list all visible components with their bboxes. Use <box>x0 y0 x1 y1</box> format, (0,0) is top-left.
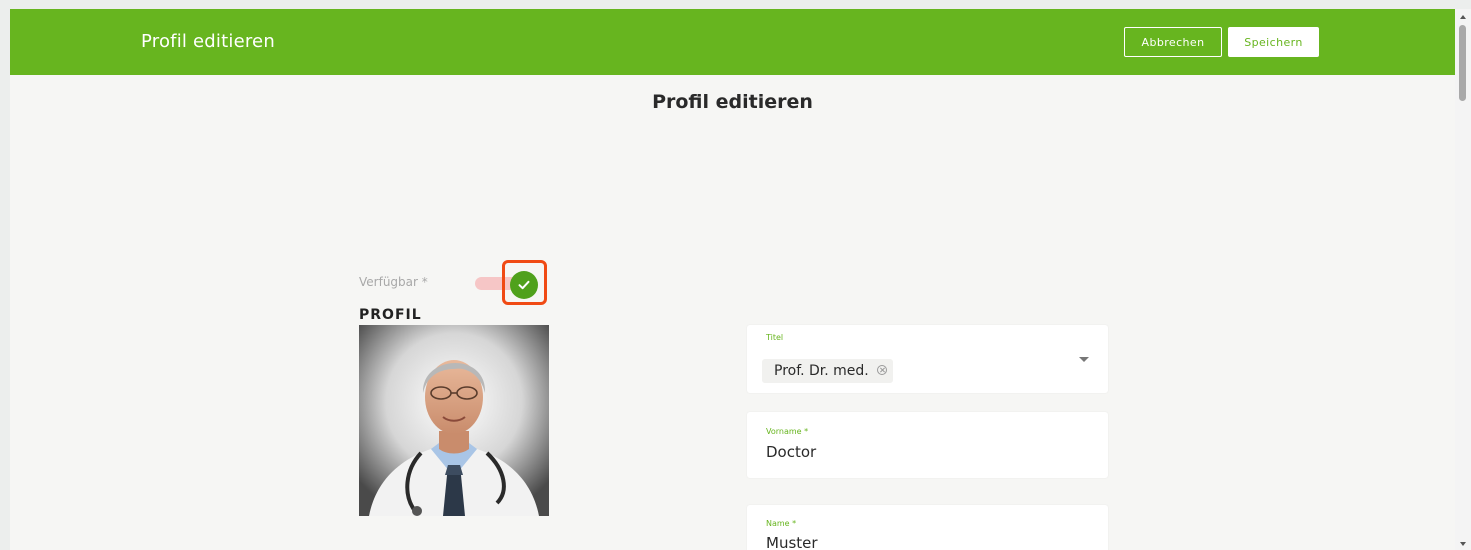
scroll-down-arrow-icon[interactable] <box>1460 542 1466 546</box>
title-chip: Prof. Dr. med. <box>762 359 893 383</box>
availability-label: Verfügbar * <box>359 275 428 289</box>
lastname-label: Name * <box>766 519 797 528</box>
check-icon <box>518 280 530 290</box>
cancel-button[interactable]: Abbrechen <box>1124 27 1222 57</box>
title-label: Titel <box>766 333 784 342</box>
top-bar-title: Profil editieren <box>141 31 275 52</box>
lastname-value: Muster <box>766 534 818 550</box>
firstname-label: Vorname * <box>766 427 809 436</box>
title-chip-label: Prof. Dr. med. <box>774 363 869 379</box>
firstname-value: Doctor <box>766 443 817 461</box>
remove-chip-icon[interactable] <box>876 365 887 375</box>
save-button[interactable]: Speichern <box>1228 27 1319 57</box>
scroll-thumb[interactable] <box>1459 25 1466 101</box>
vertical-scrollbar[interactable] <box>1455 9 1471 550</box>
profile-section-heading: PROFIL <box>359 307 422 323</box>
title-select[interactable]: Titel Prof. Dr. med. <box>747 325 1108 393</box>
lastname-field[interactable]: Name * Muster <box>747 505 1108 550</box>
availability-toggle[interactable] <box>510 271 538 299</box>
app-frame: Profil editieren Abbrechen Speichern Pro… <box>10 9 1455 550</box>
top-bar: Profil editieren Abbrechen Speichern <box>10 9 1455 75</box>
firstname-field[interactable]: Vorname * Doctor <box>747 412 1108 478</box>
scroll-up-arrow-icon[interactable] <box>1460 15 1466 19</box>
chevron-down-icon[interactable] <box>1079 357 1089 362</box>
page-title: Profil editieren <box>652 91 813 113</box>
profile-photo[interactable] <box>359 325 549 516</box>
